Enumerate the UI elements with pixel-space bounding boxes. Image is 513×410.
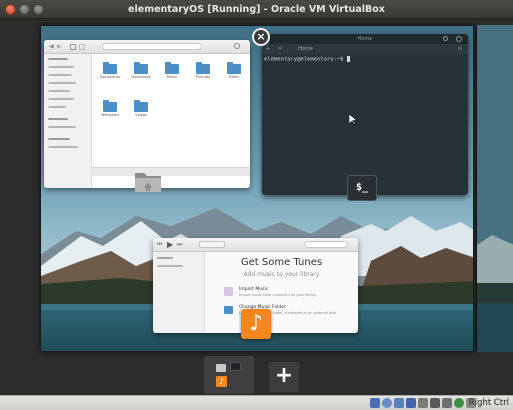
folder-icon — [134, 62, 148, 74]
next-workspace-preview[interactable] — [476, 25, 513, 352]
search-icon[interactable] — [234, 43, 240, 49]
window-close-icon[interactable]: × — [252, 28, 270, 46]
folder-item[interactable]: Music — [160, 62, 184, 79]
folder-icon — [134, 100, 148, 112]
terminal-title: Home — [357, 36, 373, 42]
view-switcher[interactable] — [199, 241, 225, 248]
vm-status-bar: Right Ctrl — [0, 395, 513, 410]
wallpaper-image — [477, 25, 513, 352]
music-sidebar — [153, 252, 205, 333]
files-sidebar — [44, 54, 92, 188]
view-grid-icon[interactable] — [70, 44, 76, 50]
terminal-tab-bar: + × Home ⊙ — [262, 44, 468, 54]
folder-icon — [224, 306, 233, 314]
host-key-label: Right Ctrl — [468, 398, 509, 408]
music-note-icon: ♪ — [216, 376, 227, 387]
previous-track-icon[interactable]: ⏮ — [157, 241, 162, 249]
folder-item[interactable]: Downloads — [129, 62, 153, 79]
display-icon[interactable] — [442, 398, 452, 408]
folder-icon — [103, 100, 117, 112]
terminal-tab-label[interactable]: Home — [298, 44, 313, 54]
music-app-icon[interactable]: ♪ — [241, 309, 271, 339]
window-title: elementaryOS [Running] - Oracle VM Virtu… — [128, 4, 385, 15]
welcome-subheading: Add music to your library — [243, 271, 320, 278]
guest-display[interactable]: ◀ ▶ Documents Downloads Music Pictures P… — [0, 19, 513, 395]
welcome-heading: Get Some Tunes — [240, 257, 323, 268]
music-headerbar: ⏮ ▶ ⏭ — [153, 238, 358, 252]
terminal-icon — [230, 362, 241, 371]
play-icon[interactable]: ▶ — [167, 240, 173, 249]
forward-icon[interactable]: ▶ — [57, 43, 62, 50]
import-icon — [224, 287, 233, 296]
usb-icon[interactable] — [418, 398, 428, 408]
folder-icon — [216, 364, 226, 372]
files-headerbar: ◀ ▶ — [44, 40, 250, 54]
settings-icon[interactable] — [456, 36, 462, 42]
add-workspace-button[interactable]: + — [269, 362, 299, 392]
terminal-titlebar: Home — [262, 34, 468, 44]
capture-icon[interactable] — [454, 398, 464, 408]
network-icon[interactable] — [406, 398, 416, 408]
workspace-thumbnail[interactable]: ♪ — [204, 356, 254, 394]
files-statusbar — [92, 167, 250, 176]
folder-item[interactable]: Templates — [98, 100, 122, 117]
folder-item[interactable]: Videos — [129, 100, 153, 117]
next-track-icon[interactable]: ⏭ — [177, 241, 182, 249]
folder-item[interactable]: Documents — [98, 62, 122, 79]
folder-item[interactable]: Pictures — [191, 62, 215, 79]
folder-item[interactable]: Public — [222, 62, 246, 79]
folder-icon — [196, 62, 210, 74]
optical-drive-icon[interactable] — [382, 398, 392, 408]
back-icon[interactable]: ◀ — [49, 43, 54, 50]
cursor-block — [346, 56, 350, 62]
mouse-pointer-icon — [349, 114, 357, 126]
host-title-bar: elementaryOS [Running] - Oracle VM Virtu… — [0, 0, 513, 19]
folder-icon — [103, 62, 117, 74]
terminal-prompt[interactable]: elementary@elementary:~$ — [264, 56, 350, 63]
view-list-icon[interactable] — [79, 44, 85, 50]
files-app-icon[interactable] — [133, 168, 163, 194]
tab-close-icon[interactable]: × — [278, 44, 282, 54]
folder-icon — [165, 62, 179, 74]
files-window[interactable]: ◀ ▶ Documents Downloads Music Pictures P… — [44, 40, 250, 188]
path-entry[interactable] — [102, 43, 202, 50]
search-field[interactable] — [304, 241, 348, 248]
folder-icon — [227, 62, 241, 74]
search-icon[interactable] — [443, 36, 448, 41]
audio-icon[interactable] — [394, 398, 404, 408]
shared-folder-icon[interactable] — [430, 398, 440, 408]
terminal-app-icon[interactable]: $_ — [347, 175, 377, 201]
hard-disk-icon[interactable] — [370, 398, 380, 408]
restore-tab-icon[interactable]: ⊙ — [458, 44, 462, 54]
terminal-window[interactable]: Home + × Home ⊙ elementary@elementary:~$ — [262, 34, 468, 195]
new-tab-icon[interactable]: + — [266, 44, 270, 54]
